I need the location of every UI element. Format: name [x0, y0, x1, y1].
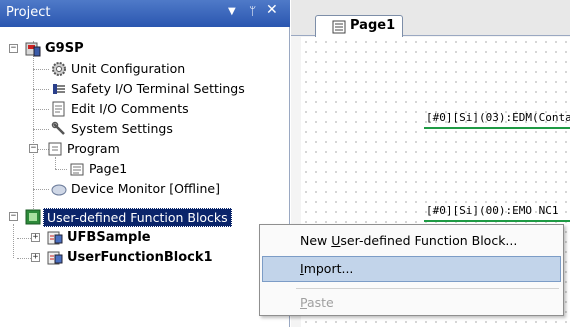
collapse-icon[interactable]: −	[29, 144, 38, 153]
project-panel-title: Project	[6, 5, 51, 20]
controller-icon	[25, 42, 41, 57]
menu-item-paste-label: Paste	[300, 295, 334, 310]
page-icon	[70, 163, 84, 176]
ladder-tag-edm[interactable]: [#0][Si](03):EDM(Conta	[426, 111, 570, 124]
menu-text: ser-defined Function Block...	[340, 233, 518, 248]
menu-text: New	[300, 233, 332, 248]
tree-label-ufbsample: UFBSample	[67, 230, 151, 245]
context-menu: New User-defined Function Block... Impor…	[259, 224, 564, 316]
tree-node-device-monitor[interactable]: Device Monitor [Offline]	[0, 179, 250, 199]
menu-item-new-ufb[interactable]: New User-defined Function Block...	[262, 228, 561, 254]
tree-label-safety-io: Safety I/O Terminal Settings	[71, 81, 245, 96]
monitor-icon	[51, 184, 67, 196]
expand-icon[interactable]: +	[31, 233, 40, 242]
project-panel-header: Project ▼ ᛘ ✕	[0, 0, 290, 27]
program-icon	[48, 142, 62, 156]
function-block-icon	[25, 209, 41, 225]
menu-item-new-ufb-label: New User-defined Function Block...	[300, 233, 517, 248]
tree-node-ufbsample[interactable]: + UFBSample	[0, 228, 200, 248]
tree-node-system-settings[interactable]: System Settings	[0, 119, 220, 139]
menu-separator	[296, 288, 559, 289]
function-block-item-icon	[47, 251, 63, 265]
tree-label-edit-io-comments: Edit I/O Comments	[71, 101, 189, 116]
tree-label-g9sp: G9SP	[45, 41, 84, 56]
menu-accel: P	[300, 295, 307, 310]
close-icon[interactable]: ✕	[266, 2, 278, 18]
tree-node-unit-configuration[interactable]: Unit Configuration	[0, 59, 220, 79]
tree-node-g9sp[interactable]: − G9SP	[0, 39, 120, 59]
ladder-tag-emo[interactable]: [#0][Si](00):EMO NC1	[426, 204, 558, 217]
terminal-icon	[53, 84, 65, 94]
tree-label-ufb: User-defined Function Blocks	[43, 208, 232, 227]
tree-label-system-settings: System Settings	[71, 121, 173, 136]
pin-icon[interactable]: ᛘ	[249, 4, 256, 18]
page-icon	[332, 20, 346, 34]
function-block-item-icon	[47, 231, 63, 245]
tree-node-userfunctionblock1[interactable]: + UserFunctionBlock1	[0, 248, 260, 268]
collapse-icon[interactable]: −	[9, 44, 18, 53]
menu-item-import-label: Import...	[300, 261, 353, 276]
tab-page1[interactable]: Page1	[315, 15, 403, 37]
panel-dropdown-icon[interactable]: ▼	[228, 6, 236, 17]
ladder-rung-line	[424, 127, 570, 129]
tab-strip: Page1	[291, 0, 570, 37]
collapse-icon[interactable]: −	[9, 212, 18, 221]
expand-icon[interactable]: +	[31, 253, 40, 262]
menu-text: mport...	[303, 261, 354, 276]
tree-label-program: Program	[67, 141, 120, 156]
tree-label-userfunctionblock1: UserFunctionBlock1	[67, 250, 213, 265]
project-tree: − G9SP Unit Configuration Safety I/O Ter…	[0, 27, 290, 327]
tree-node-program[interactable]: − Program	[0, 139, 220, 159]
tree-node-edit-io-comments[interactable]: Edit I/O Comments	[0, 99, 220, 119]
menu-text: aste	[306, 295, 334, 310]
menu-item-paste[interactable]: Paste	[262, 290, 561, 316]
tree-label-unit-configuration: Unit Configuration	[71, 61, 186, 76]
wrench-icon	[51, 121, 65, 135]
tab-page1-label: Page1	[350, 18, 396, 33]
tree-node-page1[interactable]: Page1	[0, 159, 220, 179]
tree-node-safety-io[interactable]: Safety I/O Terminal Settings	[0, 79, 285, 99]
tree-node-ufb[interactable]: − User-defined Function Blocks	[0, 207, 265, 227]
tree-label-page1: Page1	[89, 161, 128, 176]
gear-icon	[52, 62, 66, 76]
tree-label-device-monitor: Device Monitor [Offline]	[71, 181, 220, 196]
project-panel: Project ▼ ᛘ ✕ − G9SP Unit Configuration …	[0, 0, 290, 327]
ladder-rung-line	[424, 220, 570, 222]
menu-item-import[interactable]: Import...	[262, 256, 561, 282]
document-icon	[52, 101, 65, 117]
